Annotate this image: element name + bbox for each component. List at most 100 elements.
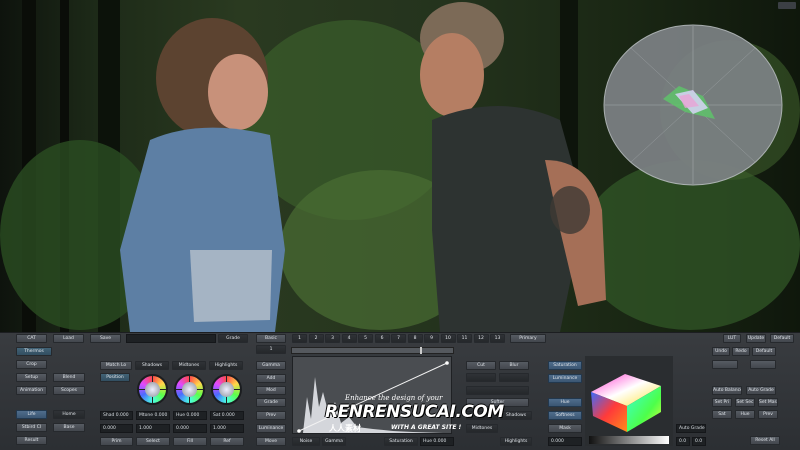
midtones-color-wheel[interactable] xyxy=(174,374,205,405)
frame-tab[interactable]: 8 xyxy=(407,334,423,343)
match-lo-button[interactable]: Match Lo xyxy=(100,361,132,370)
hue-select[interactable]: Hue xyxy=(548,398,582,407)
grade-name-field[interactable] xyxy=(126,334,216,343)
right-top-button[interactable]: Default xyxy=(770,334,794,343)
frame-tab[interactable]: 3 xyxy=(325,334,340,343)
frame-tab[interactable]: 10 xyxy=(440,334,456,343)
frame-tab[interactable]: 11 xyxy=(457,334,472,343)
frame-tab[interactable]: 7 xyxy=(391,334,406,343)
mid-stepper[interactable] xyxy=(499,373,529,382)
set-pri-button[interactable]: Set Pri xyxy=(712,398,732,407)
result-button[interactable]: Result xyxy=(16,436,47,445)
thermos-dropdown[interactable]: Thermos xyxy=(16,347,52,356)
frame-tab[interactable]: 13 xyxy=(490,334,505,343)
wheel-center[interactable] xyxy=(219,382,234,397)
life-button[interactable]: Life xyxy=(16,410,47,419)
fill-button[interactable]: Fill xyxy=(173,437,207,446)
set-sec-button[interactable]: Set Sec xyxy=(735,398,755,407)
value-field[interactable]: 1.000 xyxy=(210,424,244,433)
softness-select[interactable]: Softness xyxy=(548,411,582,420)
blur-button[interactable]: Blur xyxy=(499,361,529,370)
gamma-button[interactable]: Gamma xyxy=(256,361,286,370)
move-button[interactable]: Move xyxy=(256,437,286,446)
mid-stepper[interactable] xyxy=(466,386,529,395)
wheel-center[interactable] xyxy=(182,382,197,397)
set-mask-button[interactable]: Set Mask xyxy=(758,398,778,407)
reset-all-button[interactable]: Reset All xyxy=(750,436,780,445)
value-field[interactable]: 1.000 xyxy=(136,424,170,433)
basic-tab[interactable]: Basic xyxy=(256,334,286,343)
color-cube[interactable] xyxy=(585,356,673,446)
primary-tab[interactable]: Primary xyxy=(510,334,546,343)
base-button[interactable]: Base xyxy=(53,423,85,432)
right-top-button[interactable]: LUT xyxy=(723,334,741,343)
frame-tab[interactable]: 2 xyxy=(308,334,324,343)
luminance-select[interactable]: Luminance xyxy=(548,374,582,383)
select-button[interactable]: Select xyxy=(136,437,170,446)
save-button[interactable]: Save xyxy=(90,334,121,343)
value-field[interactable]: 0.000 xyxy=(173,424,207,433)
mask-button[interactable]: Mask xyxy=(548,424,582,433)
animation-button[interactable]: Animation xyxy=(16,386,47,395)
saturation-select[interactable]: Saturation xyxy=(548,361,582,370)
right-value-field[interactable]: 0.0 xyxy=(676,437,690,446)
noise-button[interactable]: Noise xyxy=(292,437,320,446)
luminance-button[interactable]: Luminance xyxy=(256,424,286,433)
value-field[interactable]: 0.000 xyxy=(100,424,133,433)
frame-tab[interactable]: 12 xyxy=(473,334,489,343)
mtone-value[interactable]: Mtone 0.000 xyxy=(136,411,170,420)
prev-button[interactable]: Prev xyxy=(256,411,286,420)
frame-tab[interactable]: 5 xyxy=(358,334,373,343)
selection-value[interactable]: 0.000 xyxy=(548,437,582,446)
frame-tab[interactable]: 9 xyxy=(424,334,439,343)
cat-button[interactable]: CAT xyxy=(16,334,47,343)
default-button[interactable]: Default xyxy=(752,347,776,356)
auto-grade-button[interactable]: Auto Grade xyxy=(746,386,776,395)
setup-button[interactable]: Setup xyxy=(16,373,47,382)
viewer-corner-button[interactable] xyxy=(778,2,796,9)
right-top-button[interactable]: Update xyxy=(746,334,766,343)
mid-stepper[interactable] xyxy=(466,373,496,382)
undo-button[interactable]: Undo xyxy=(712,347,730,356)
bypass-indicator[interactable]: 1 xyxy=(256,345,286,354)
position-dropdown[interactable]: Position xyxy=(100,373,130,382)
shadows-color-wheel[interactable] xyxy=(137,374,168,405)
grade-timeline-slider[interactable] xyxy=(291,347,454,354)
mod-button[interactable]: Mod xyxy=(256,386,286,395)
right-value-field[interactable]: 0.0 xyxy=(692,437,706,446)
load-button[interactable]: Load xyxy=(53,334,84,343)
prev-button-right[interactable]: Prev xyxy=(758,410,778,419)
right-button[interactable] xyxy=(712,360,738,369)
cut-button[interactable]: Cut xyxy=(466,361,496,370)
hue-button[interactable]: Hue xyxy=(735,410,755,419)
ref-button[interactable]: Ref xyxy=(210,437,244,446)
shadows-button[interactable]: Shadows xyxy=(500,411,532,420)
video-viewer[interactable] xyxy=(0,0,800,332)
home-button[interactable]: Home xyxy=(53,410,85,419)
highlights-color-wheel[interactable] xyxy=(211,374,242,405)
auto-grade-field[interactable]: Auto Grade xyxy=(676,424,706,433)
redo-button[interactable]: Redo xyxy=(732,347,750,356)
crop-button[interactable]: Crop xyxy=(16,360,47,369)
grade-label: Grade xyxy=(218,334,248,343)
color-cube-display[interactable] xyxy=(585,356,673,446)
sat-button[interactable]: Sat xyxy=(712,410,732,419)
right-button[interactable] xyxy=(750,360,776,369)
slider-marker[interactable] xyxy=(420,347,422,354)
vectorscope xyxy=(603,24,783,186)
highlights-button[interactable]: Highlights xyxy=(500,437,532,446)
sat-value[interactable]: Sat 0.000 xyxy=(210,411,244,420)
stbird-button[interactable]: Stbird Cl xyxy=(16,423,47,432)
prim-button[interactable]: Prim xyxy=(100,437,133,446)
auto-balance-button[interactable]: Auto Balance xyxy=(712,386,742,395)
shad-value[interactable]: Shad 0.000 xyxy=(100,411,133,420)
grade-button[interactable]: Grade xyxy=(256,398,286,407)
scopes-button[interactable]: Scopes xyxy=(53,386,85,395)
frame-tab[interactable]: 1 xyxy=(292,334,307,343)
add-button[interactable]: Add xyxy=(256,374,286,383)
blend-button[interactable]: Blend xyxy=(53,373,85,382)
frame-tab[interactable]: 4 xyxy=(341,334,357,343)
frame-tab[interactable]: 6 xyxy=(374,334,390,343)
wheel-center[interactable] xyxy=(145,382,160,397)
hue-value[interactable]: Hue 0.000 xyxy=(173,411,207,420)
